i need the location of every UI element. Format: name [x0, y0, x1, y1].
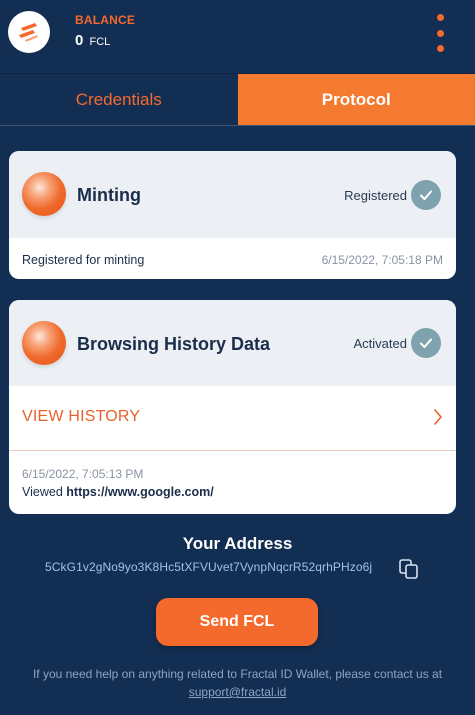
- address-row: 5CkG1v2gNo9yo3K8Hc5tXFVUvet7VynpNqcrR52q…: [0, 558, 475, 582]
- browsing-protocol-icon: [22, 321, 66, 365]
- minting-status: Registered: [344, 188, 407, 203]
- balance-amount: 0: [75, 32, 84, 49]
- history-url: https://www.google.com/: [66, 485, 214, 499]
- send-fcl-button[interactable]: Send FCL: [156, 598, 318, 646]
- copy-icon[interactable]: [398, 558, 420, 580]
- minting-timestamp: 6/15/2022, 7:05:18 PM: [321, 253, 443, 267]
- check-circle-icon: [411, 180, 441, 210]
- history-entry: Viewed https://www.google.com/: [22, 485, 214, 499]
- address-title: Your Address: [182, 534, 293, 553]
- tab-bar: Credentials Protocol: [0, 73, 475, 126]
- balance-unit: FCL: [89, 36, 111, 48]
- minting-card: Minting Registered Registered for mintin…: [9, 151, 456, 279]
- header: BALANCE 0 FCL: [0, 0, 475, 72]
- view-history-label: VIEW HISTORY: [22, 408, 141, 425]
- minting-detail: Registered for minting: [22, 253, 145, 267]
- history-prefix: Viewed: [22, 485, 63, 499]
- balance-value: 0 FCL: [75, 32, 110, 49]
- browsing-history-card: Browsing History Data Activated VIEW HIS…: [9, 300, 456, 514]
- browsing-status: Activated: [353, 336, 407, 351]
- fractal-logo-icon: [8, 11, 50, 53]
- balance-label: BALANCE: [75, 13, 136, 27]
- history-timestamp: 6/15/2022, 7:05:13 PM: [22, 467, 144, 481]
- tab-credentials[interactable]: Credentials: [0, 74, 238, 125]
- tab-protocol[interactable]: Protocol: [237, 74, 475, 125]
- browsing-card-header: Browsing History Data Activated: [9, 300, 456, 386]
- check-circle-icon: [411, 328, 441, 358]
- support-email-link[interactable]: support@fractal.id: [0, 685, 475, 699]
- vertical-dots-menu-icon[interactable]: [432, 14, 448, 52]
- chevron-right-icon: [434, 409, 442, 425]
- minting-protocol-icon: [22, 172, 66, 216]
- wallet-address: 5CkG1v2gNo9yo3K8Hc5tXFVUvet7VynpNqcrR52q…: [45, 560, 373, 574]
- minting-title: Minting: [77, 185, 141, 205]
- browsing-title: Browsing History Data: [77, 334, 271, 354]
- view-history-button[interactable]: VIEW HISTORY: [9, 386, 456, 451]
- minting-card-header: Minting Registered: [9, 151, 456, 238]
- help-text: If you need help on anything related to …: [32, 667, 443, 681]
